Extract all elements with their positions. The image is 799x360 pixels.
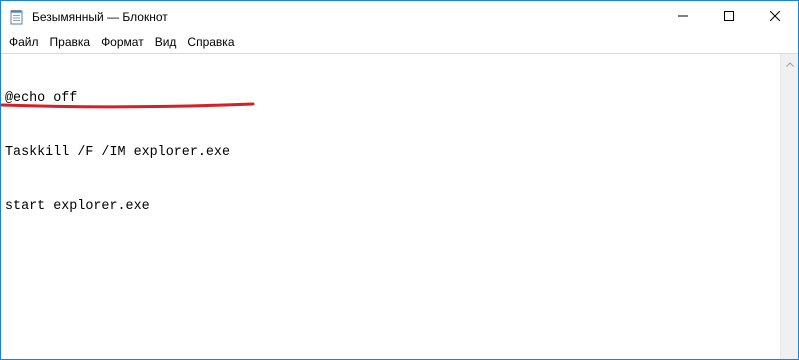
editor-line: Taskkill /F /IM explorer.exe <box>5 145 230 160</box>
chevron-up-icon <box>785 54 794 72</box>
notepad-window: Безымянный — Блокнот Файл Правка Формат … <box>0 0 799 360</box>
red-underline-annotation <box>1 102 255 109</box>
maximize-icon <box>724 8 734 26</box>
menu-bar: Файл Правка Формат Вид Справка <box>1 32 798 52</box>
close-button[interactable] <box>752 1 798 32</box>
menu-help[interactable]: Справка <box>181 32 239 52</box>
scroll-up-button[interactable] <box>781 54 798 71</box>
window-controls <box>660 1 798 32</box>
notepad-icon <box>9 9 25 25</box>
menu-file[interactable]: Файл <box>3 32 44 52</box>
editor-area: @echo off Taskkill /F /IM explorer.exe s… <box>1 53 798 359</box>
close-icon <box>769 8 781 26</box>
menu-format[interactable]: Формат <box>95 32 149 52</box>
title-bar[interactable]: Безымянный — Блокнот <box>1 1 798 32</box>
minimize-button[interactable] <box>660 1 706 32</box>
menu-view[interactable]: Вид <box>149 32 182 52</box>
menu-edit[interactable]: Правка <box>44 32 96 52</box>
editor-line: start explorer.exe <box>5 199 150 214</box>
vertical-scrollbar[interactable] <box>780 54 798 359</box>
window-title: Безымянный — Блокнот <box>32 9 168 24</box>
maximize-button[interactable] <box>706 1 752 32</box>
minimize-icon <box>678 8 688 26</box>
